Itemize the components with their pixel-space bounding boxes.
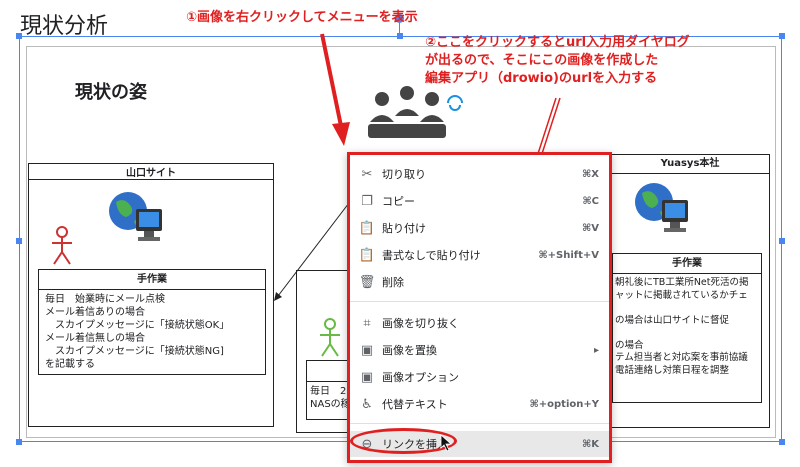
- menu-item-paste[interactable]: 📋 貼り付け ⌘V: [350, 215, 609, 241]
- clipboard-plain-icon: 📋: [358, 247, 376, 263]
- menu-item-copy[interactable]: ❐ コピー ⌘C: [350, 188, 609, 214]
- menu-item-image-options[interactable]: ▣ 画像オプション: [350, 364, 609, 390]
- menu-item-cut[interactable]: ✂ 切り取り ⌘X: [350, 161, 609, 187]
- menu-item-delete[interactable]: 🗑 削除: [350, 269, 609, 295]
- trash-icon: 🗑: [358, 274, 376, 290]
- menu-item-replace-image[interactable]: ▣ 画像を置換 ▸: [350, 337, 609, 363]
- menu-item-alt-text[interactable]: ♿ 代替テキスト ⌘+option+Y: [350, 391, 609, 417]
- copy-icon: ❐: [361, 193, 373, 209]
- menu-item-paste-plain[interactable]: 📋 書式なしで貼り付け ⌘+Shift+V: [350, 242, 609, 268]
- menu-item-label: 貼り付け: [382, 222, 426, 235]
- context-menu: ✂ 切り取り ⌘X ❐ コピー ⌘C 📋 貼り付け ⌘V 📋 書式なしで貼り付け…: [347, 152, 612, 463]
- menu-item-crop-image[interactable]: ⌗ 画像を切り抜く: [350, 310, 609, 336]
- menu-item-label: 画像を切り抜く: [382, 317, 459, 330]
- image-icon: ▣: [360, 342, 374, 358]
- accessibility-icon: ♿: [361, 396, 373, 412]
- menu-item-shortcut: ⌘V: [581, 222, 599, 234]
- menu-item-shortcut: ⌘C: [582, 195, 599, 207]
- menu-item-shortcut: ⌘K: [581, 438, 599, 450]
- mouse-pointer-icon: [440, 434, 453, 452]
- menu-item-shortcut: ⌘+option+Y: [529, 398, 599, 410]
- submenu-arrow-icon: ▸: [593, 344, 599, 356]
- scissors-icon: ✂: [361, 166, 373, 182]
- menu-separator: [350, 423, 609, 424]
- menu-item-label: 画像を置換: [382, 344, 437, 357]
- image-options-icon: ▣: [360, 369, 374, 385]
- menu-item-label: 画像オプション: [382, 371, 459, 384]
- menu-item-shortcut: ⌘+Shift+V: [538, 249, 599, 261]
- crop-icon: ⌗: [363, 315, 371, 331]
- menu-item-label: コピー: [382, 195, 415, 208]
- menu-item-label: 書式なしで貼り付け: [382, 249, 481, 262]
- menu-item-shortcut: ⌘X: [582, 168, 599, 180]
- menu-item-label: 代替テキスト: [382, 398, 448, 411]
- menu-item-label: 切り取り: [382, 168, 426, 181]
- menu-separator: [350, 301, 609, 302]
- menu-item-label: 削除: [382, 276, 404, 289]
- clipboard-icon: 📋: [358, 220, 376, 236]
